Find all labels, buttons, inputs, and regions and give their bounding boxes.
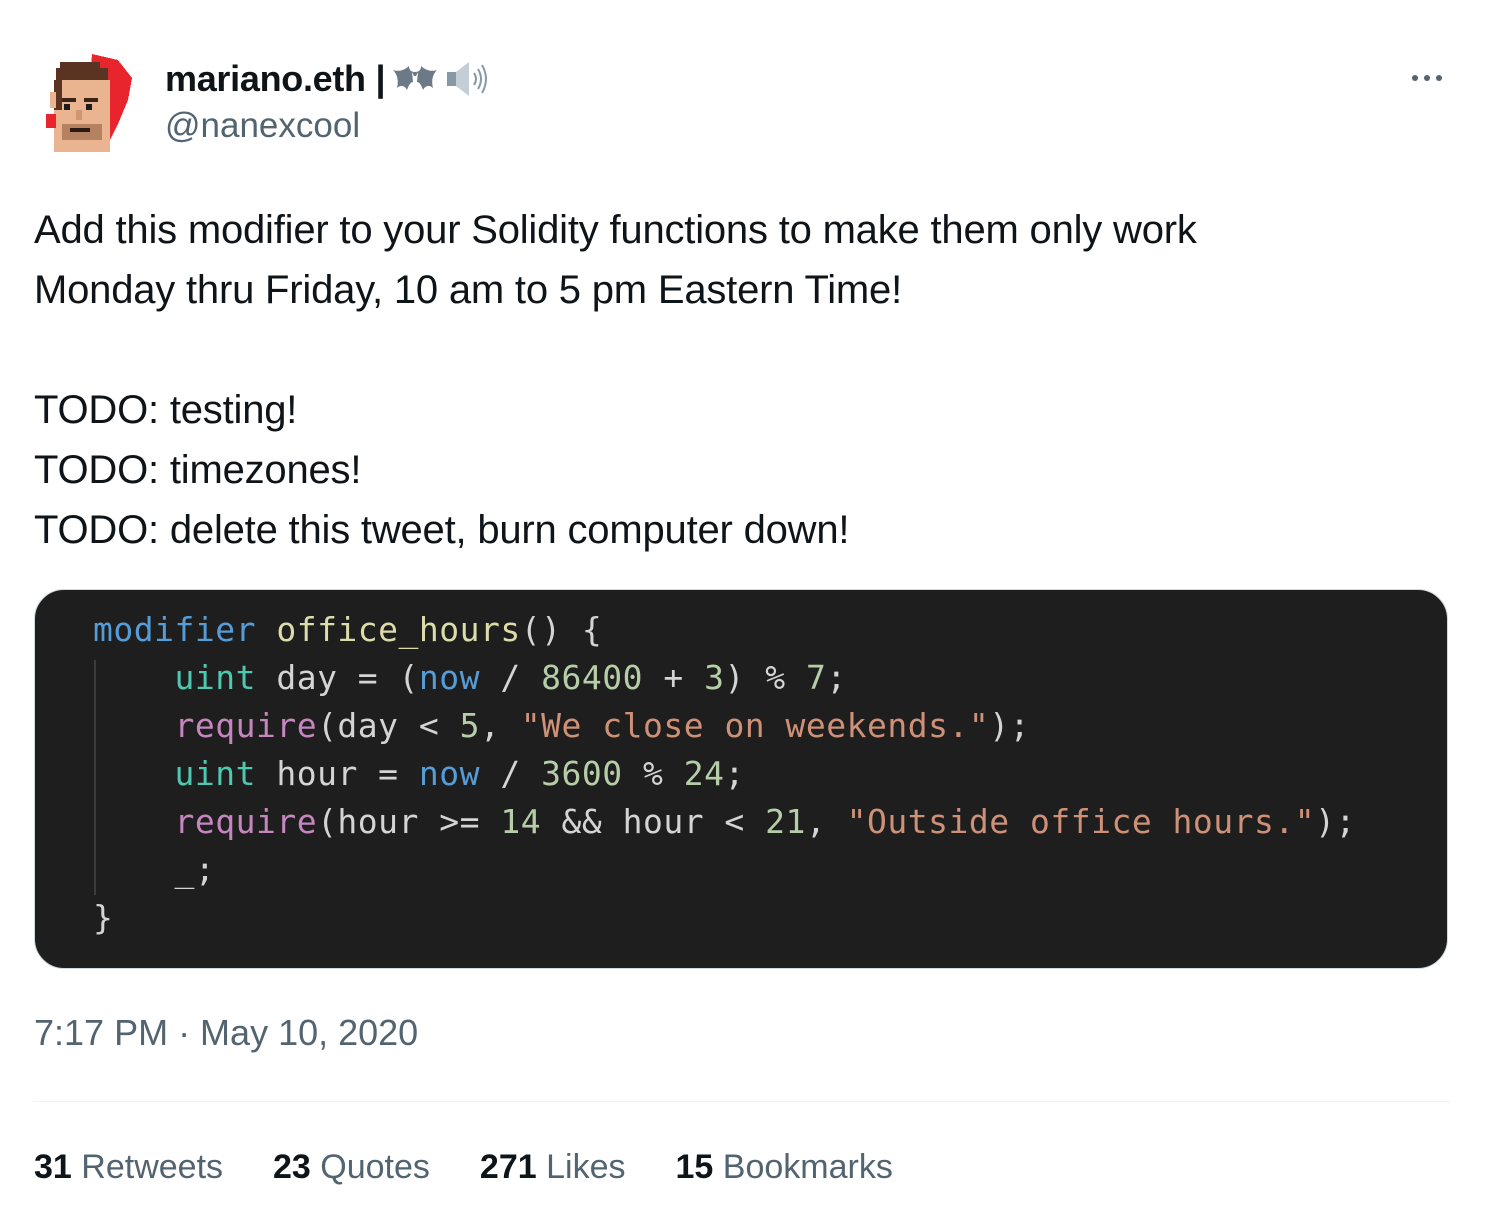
likes-label: Likes	[546, 1148, 626, 1186]
code-block: modifier office_hours() { uint day = (no…	[93, 606, 1356, 942]
quotes-label: Quotes	[320, 1148, 430, 1186]
code-line: uint day = (now / 86400 + 3) % 7;	[174, 658, 847, 697]
bookmarks-count: 15	[675, 1148, 714, 1186]
tweet-line: Monday thru Friday, 10 am to 5 pm Easter…	[34, 268, 903, 312]
name-emoji	[391, 59, 493, 99]
code-line: modifier office_hours() {	[93, 610, 603, 649]
likes-count: 271	[479, 1148, 537, 1186]
tweet-timestamp[interactable]: 7:17 PM · May 10, 2020	[34, 1012, 418, 1054]
tweet-blank-line	[34, 320, 1454, 380]
speaker-icon	[447, 62, 488, 96]
tweet-text: Add this modifier to your Solidity funct…	[34, 200, 1454, 560]
author-name-row[interactable]: mariano.eth |	[165, 57, 493, 101]
indent-guide	[94, 660, 96, 895]
quotes-count: 23	[273, 1148, 311, 1186]
retweets-label: Retweets	[81, 1148, 224, 1186]
retweets-stat[interactable]: 31 Retweets	[34, 1148, 223, 1187]
avatar-image	[46, 54, 132, 152]
likes-stat[interactable]: 271 Likes	[480, 1148, 626, 1187]
more-horizontal-icon	[1409, 75, 1445, 81]
more-options-button[interactable]	[1402, 60, 1452, 96]
bookmarks-label: Bookmarks	[722, 1148, 893, 1186]
divider	[34, 1101, 1450, 1102]
tweet-line: TODO: delete this tweet, burn computer d…	[34, 508, 850, 552]
tweet-line: TODO: testing!	[34, 388, 298, 432]
engagement-stats: 31 Retweets 23 Quotes 271 Likes 15 Bookm…	[34, 1148, 893, 1187]
code-line: uint hour = now / 3600 % 24;	[174, 754, 745, 793]
bookmarks-stat[interactable]: 15 Bookmarks	[675, 1148, 892, 1187]
quotes-stat[interactable]: 23 Quotes	[273, 1148, 430, 1187]
code-line: require(day < 5, "We close on weekends."…	[174, 706, 1030, 745]
code-line: require(hour >= 14 && hour < 21, "Outsid…	[174, 802, 1356, 841]
code-image[interactable]: modifier office_hours() { uint day = (no…	[34, 589, 1448, 969]
bat-icon	[393, 66, 438, 90]
code-line: _;	[93, 850, 216, 889]
tweet-line: TODO: timezones!	[34, 448, 362, 492]
tweet-line: Add this modifier to your Solidity funct…	[34, 208, 1197, 252]
author-handle[interactable]: @nanexcool	[165, 106, 360, 146]
avatar[interactable]	[40, 52, 140, 152]
code-line: }	[93, 898, 114, 937]
retweets-count: 31	[34, 1148, 72, 1186]
author-display-name[interactable]: mariano.eth |	[165, 58, 386, 100]
